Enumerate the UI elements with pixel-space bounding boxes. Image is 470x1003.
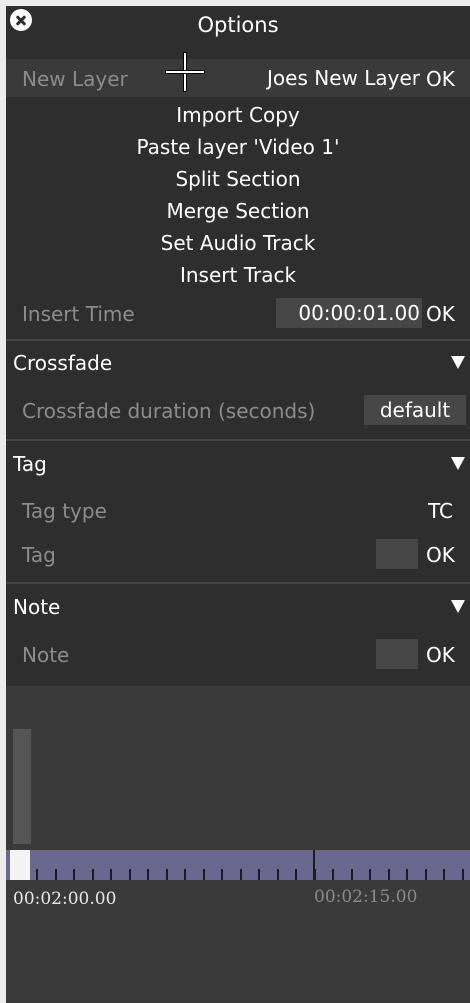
- new-layer-ok-button[interactable]: OK: [426, 67, 455, 91]
- ruler-tick: [147, 869, 149, 880]
- ruler-tick: [258, 869, 260, 880]
- crossfade-duration-field[interactable]: default: [364, 395, 466, 425]
- options-panel: Options New Layer Joes New Layer OK Impo…: [6, 6, 470, 686]
- note-label: Note: [22, 643, 70, 667]
- ruler-tick: [425, 869, 427, 880]
- ruler-major-tick: [313, 850, 315, 880]
- ruler-tick: [73, 869, 75, 880]
- track-clip[interactable]: [13, 729, 31, 844]
- tag-collapse-triangle-icon[interactable]: [451, 457, 465, 470]
- import-copy-item[interactable]: Import Copy: [6, 103, 470, 127]
- note-collapse-triangle-icon[interactable]: [451, 600, 465, 613]
- timeline-area: 00:02:00.00 00:02:15.00: [6, 686, 470, 1003]
- set-audio-track-item[interactable]: Set Audio Track: [6, 231, 470, 255]
- ruler-tick: [351, 869, 353, 880]
- time-label-mid: 00:02:15.00: [314, 887, 418, 907]
- ruler-tick: [203, 869, 205, 880]
- separator: [6, 439, 470, 441]
- note-field[interactable]: [376, 639, 418, 669]
- ruler-tick: [443, 869, 445, 880]
- tag-type-value[interactable]: TC: [428, 499, 453, 523]
- playhead-marker[interactable]: [10, 850, 30, 880]
- tag-header[interactable]: Tag: [13, 452, 47, 476]
- new-layer-name-field[interactable]: Joes New Layer: [232, 59, 422, 97]
- timeline-ruler[interactable]: [6, 850, 470, 880]
- separator: [6, 582, 470, 584]
- ruler-tick: [240, 869, 242, 880]
- tag-field[interactable]: [376, 539, 418, 569]
- tag-label: Tag: [22, 543, 56, 567]
- split-section-item[interactable]: Split Section: [6, 167, 470, 191]
- ruler-tick: [406, 869, 408, 880]
- crosshair-cursor-icon: [166, 53, 204, 91]
- ruler-tick: [388, 869, 390, 880]
- ruler-tick: [55, 869, 57, 880]
- new-layer-row: New Layer Joes New Layer OK: [6, 59, 470, 97]
- insert-time-label: Insert Time: [22, 302, 135, 326]
- note-header[interactable]: Note: [13, 595, 60, 619]
- ruler-tick: [277, 869, 279, 880]
- insert-track-item[interactable]: Insert Track: [6, 263, 470, 287]
- ruler-tick: [221, 869, 223, 880]
- paste-layer-item[interactable]: Paste layer 'Video 1': [6, 135, 470, 159]
- note-ok-button[interactable]: OK: [426, 643, 455, 667]
- insert-time-field[interactable]: 00:00:01.00: [276, 298, 422, 328]
- ruler-tick: [36, 869, 38, 880]
- insert-time-row: Insert Time 00:00:01.00 OK: [6, 294, 470, 332]
- tag-type-label: Tag type: [22, 499, 107, 523]
- crossfade-header[interactable]: Crossfade: [13, 351, 112, 375]
- time-label-start: 00:02:00.00: [13, 889, 117, 909]
- ruler-tick: [295, 869, 297, 880]
- ruler-tick: [110, 869, 112, 880]
- ruler-tick: [369, 869, 371, 880]
- ruler-tick: [184, 869, 186, 880]
- app-window: Options New Layer Joes New Layer OK Impo…: [6, 6, 470, 1003]
- merge-section-item[interactable]: Merge Section: [6, 199, 470, 223]
- separator: [6, 339, 470, 341]
- ruler-tick: [129, 869, 131, 880]
- panel-title: Options: [197, 13, 279, 37]
- ruler-tick: [92, 869, 94, 880]
- ruler-tick: [332, 869, 334, 880]
- ruler-tick: [166, 869, 168, 880]
- new-layer-label: New Layer: [22, 67, 128, 91]
- ruler-tick: [462, 869, 464, 880]
- crossfade-collapse-triangle-icon[interactable]: [451, 356, 465, 369]
- crossfade-duration-label: Crossfade duration (seconds): [22, 399, 316, 423]
- insert-time-ok-button[interactable]: OK: [426, 302, 455, 326]
- tag-ok-button[interactable]: OK: [426, 543, 455, 567]
